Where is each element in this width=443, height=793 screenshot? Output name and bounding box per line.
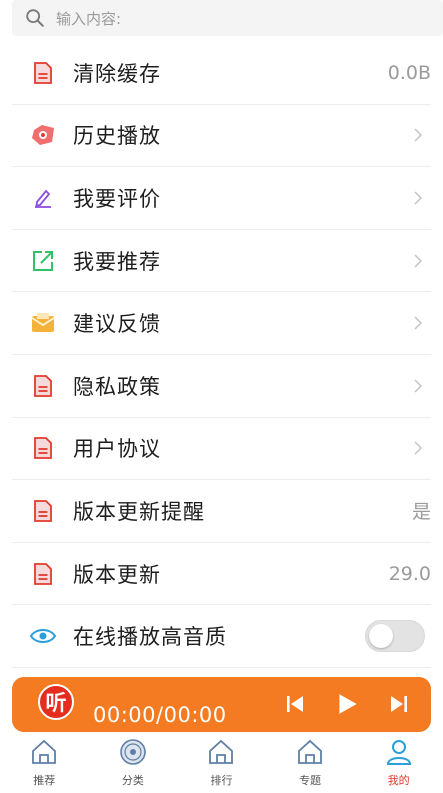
chevron-right-icon [414,316,423,330]
chevron-right-icon [414,379,423,393]
menu-item-history[interactable]: 历史播放 [12,105,431,168]
tab-ranking[interactable]: 排行 [177,734,266,793]
version-value: 29.0 [388,562,431,585]
search-icon [26,9,44,27]
menu-item-label: 隐私政策 [73,374,161,399]
menu-item-feedback[interactable]: 建议反馈 [12,292,431,355]
menu-item-label: 用户协议 [73,437,161,462]
document-icon [30,373,56,399]
pencil-icon [30,185,56,211]
menu-item-label: 我要推荐 [73,249,161,274]
document-icon [30,561,56,587]
menu-item-recommend[interactable]: 我要推荐 [12,230,431,293]
search-bar[interactable]: 输入内容: [12,0,443,36]
tab-label: 排行 [210,774,233,787]
tab-label: 分类 [121,774,144,787]
menu-item-label: 历史播放 [73,124,161,149]
menu-item-user-agreement[interactable]: 用户协议 [12,418,431,481]
update-reminder-value: 是 [411,501,431,524]
disc-icon [120,739,146,765]
mini-player[interactable]: 听 00:00/00:00 [12,677,431,732]
document-icon [30,435,56,461]
app-logo: 听 [38,684,74,720]
tab-mine[interactable]: 我的 [354,734,443,793]
menu-item-label: 建议反馈 [73,312,161,337]
high-quality-toggle[interactable] [365,620,425,653]
eye-icon [30,623,56,649]
tab-recommend[interactable]: 推荐 [0,734,89,793]
playback-time: 00:00/00:00 [93,703,227,727]
menu-item-rate[interactable]: 我要评价 [12,167,431,230]
document-icon [30,498,56,524]
menu-item-privacy-policy[interactable]: 隐私政策 [12,355,431,418]
home-icon [298,739,322,764]
tab-label: 推荐 [33,774,56,787]
search-input[interactable]: 输入内容: [56,8,121,29]
play-icon[interactable] [334,691,360,717]
chevron-right-icon [414,191,423,205]
home-icon [209,739,234,764]
menu-item-label: 版本更新提醒 [73,499,205,524]
share-icon [30,248,56,274]
menu-item-label: 在线播放高音质 [73,625,227,650]
chevron-right-icon [414,254,423,268]
history-icon [30,122,56,148]
chevron-right-icon [414,128,423,142]
chevron-right-icon [414,441,423,455]
previous-icon[interactable] [283,692,307,716]
menu-item-label: 清除缓存 [73,61,161,86]
tab-label: 专题 [299,774,322,787]
menu-item-label: 版本更新 [73,562,161,587]
tab-topic[interactable]: 专题 [266,734,355,793]
toggle-knob [369,624,393,649]
tab-category[interactable]: 分类 [89,734,178,793]
settings-menu: 清除缓存 0.0B 历史播放 我要评价 我要推荐 建议反馈 隐私政策 用户协议 … [0,42,443,668]
next-icon[interactable] [387,692,411,716]
tab-label: 我的 [387,774,410,787]
menu-item-high-quality: 在线播放高音质 [12,605,431,668]
menu-item-update-reminder[interactable]: 版本更新提醒 是 [12,480,431,543]
menu-item-clear-cache[interactable]: 清除缓存 0.0B [12,42,431,105]
user-icon [386,740,411,765]
bottom-tab-bar: 推荐 分类 排行 专题 我的 [0,734,443,793]
menu-item-version-update[interactable]: 版本更新 29.0 [12,543,431,606]
menu-item-label: 我要评价 [73,186,161,211]
cache-size-value: 0.0B [387,61,431,84]
document-icon [30,60,56,86]
envelope-icon [30,310,56,336]
home-icon [32,739,57,764]
